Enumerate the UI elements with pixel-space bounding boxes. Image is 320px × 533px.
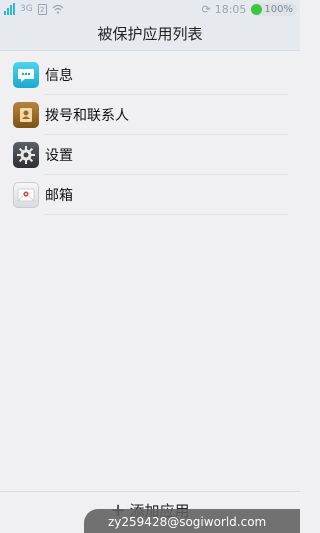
list-item-mail[interactable]: 邮箱 — [0, 175, 300, 215]
battery-indicator: 100% — [250, 2, 297, 16]
divider — [44, 214, 288, 215]
list-item-contacts[interactable]: 拨号和联系人 — [0, 95, 300, 135]
status-bar: 3G 2 ⟳ 18:05 100% — [0, 0, 300, 18]
app-label: 信息 — [45, 68, 73, 84]
contacts-icon — [13, 102, 39, 128]
app-label: 设置 — [45, 148, 73, 164]
app-label: 邮箱 — [45, 188, 73, 204]
wifi-icon — [52, 4, 64, 14]
signal-icon — [4, 3, 15, 15]
message-icon — [13, 62, 39, 88]
page-title: 被保护应用列表 — [0, 18, 300, 51]
status-left: 3G 2 — [4, 2, 64, 16]
list-item-messages[interactable]: 信息 — [0, 55, 300, 95]
screen: 3G 2 ⟳ 18:05 100% 被保护应用列表 信息 拨号和联系人 设置 邮… — [0, 0, 300, 533]
sim-card-icon: 2 — [37, 3, 47, 15]
status-time: 18:05 — [214, 2, 247, 16]
network-type: 3G — [20, 4, 33, 14]
watermark: zy259428@sogiworld.com — [84, 509, 300, 533]
sync-icon: ⟳ — [201, 2, 211, 16]
list-item-settings[interactable]: 设置 — [0, 135, 300, 175]
settings-icon — [13, 142, 39, 168]
status-right: ⟳ 18:05 100% — [201, 2, 297, 16]
mail-icon — [13, 182, 39, 208]
battery-icon — [251, 3, 263, 15]
protected-app-list: 信息 拨号和联系人 设置 邮箱 — [0, 55, 300, 215]
app-label: 拨号和联系人 — [45, 108, 129, 124]
battery-level: 100% — [264, 3, 293, 15]
